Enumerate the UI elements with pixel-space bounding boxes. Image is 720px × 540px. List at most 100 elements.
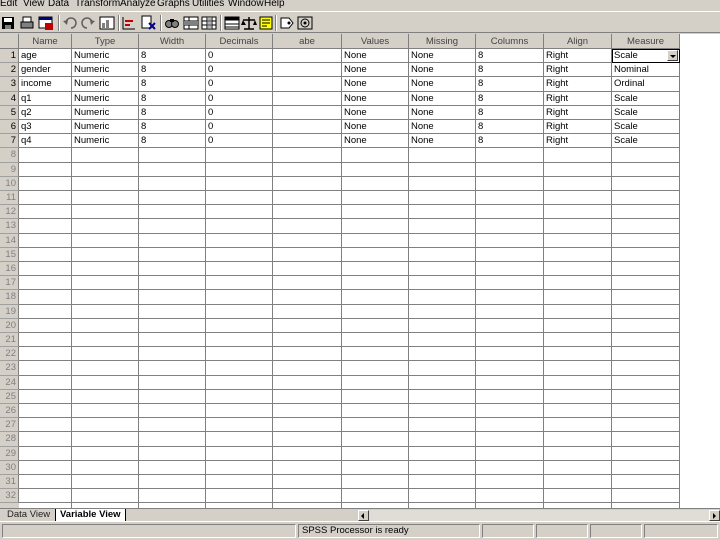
row-header[interactable]: 22 (0, 347, 19, 362)
cell-measure[interactable]: Scale (612, 91, 680, 106)
cell-abe[interactable] (273, 49, 342, 64)
row-header[interactable]: 25 (0, 389, 19, 404)
cell-width[interactable]: 8 (139, 77, 206, 92)
row-header[interactable]: 4 (0, 91, 19, 106)
menu-utilities[interactable]: Utilities (192, 0, 224, 10)
cell-abe[interactable] (273, 63, 342, 78)
column-header-width[interactable]: Width (139, 34, 206, 49)
cell-name[interactable]: q3 (19, 120, 72, 135)
cell-width[interactable]: 8 (139, 134, 206, 149)
cell-values[interactable]: None (342, 77, 409, 92)
cell-measure[interactable]: Scale (612, 49, 680, 64)
cell-columns[interactable]: 8 (476, 77, 544, 92)
cell-missing[interactable]: None (409, 134, 476, 149)
row-header[interactable]: 8 (0, 148, 19, 163)
column-header-missing[interactable]: Missing (409, 34, 476, 49)
cell-name[interactable]: gender (19, 63, 72, 78)
cell-values[interactable]: None (342, 91, 409, 106)
cell-type[interactable]: Numeric (72, 49, 139, 64)
use-sets-icon[interactable] (297, 15, 313, 31)
cell-missing[interactable]: None (409, 91, 476, 106)
column-header-abe[interactable]: abe (273, 34, 342, 49)
cell-type[interactable]: Numeric (72, 105, 139, 120)
cell-values[interactable]: None (342, 120, 409, 135)
cell-columns[interactable]: 8 (476, 49, 544, 64)
cell-type[interactable]: Numeric (72, 63, 139, 78)
cell-missing[interactable]: None (409, 120, 476, 135)
select-cases-icon[interactable] (258, 15, 274, 31)
cell-decimals[interactable]: 0 (206, 105, 273, 120)
menu-transform[interactable]: Transform (75, 0, 120, 10)
column-header-name[interactable]: Name (19, 34, 72, 49)
menu-graphs[interactable]: Graphs (157, 0, 190, 10)
cell-align[interactable]: Right (544, 91, 612, 106)
cell-abe[interactable] (273, 120, 342, 135)
cell-width[interactable]: 8 (139, 63, 206, 78)
cell-measure[interactable]: Ordinal (612, 77, 680, 92)
menu-help[interactable]: Help (264, 0, 285, 10)
row-header[interactable]: 5 (0, 105, 19, 120)
cell-align[interactable]: Right (544, 120, 612, 135)
cell-missing[interactable]: None (409, 49, 476, 64)
insert-case-icon[interactable] (183, 15, 199, 31)
cell-align[interactable]: Right (544, 134, 612, 149)
cell-missing[interactable]: None (409, 77, 476, 92)
row-header[interactable]: 23 (0, 361, 19, 376)
column-header-values[interactable]: Values (342, 34, 409, 49)
row-header[interactable]: 2 (0, 63, 19, 78)
cell-values[interactable]: None (342, 134, 409, 149)
row-header[interactable]: 26 (0, 404, 19, 419)
row-header[interactable]: 1 (0, 49, 19, 64)
row-header[interactable]: 24 (0, 375, 19, 390)
goto-case-icon[interactable] (121, 15, 137, 31)
row-header[interactable]: 32 (0, 489, 19, 504)
row-header[interactable]: 14 (0, 233, 19, 248)
cell-decimals[interactable]: 0 (206, 49, 273, 64)
cell-align[interactable]: Right (544, 77, 612, 92)
cell-type[interactable]: Numeric (72, 134, 139, 149)
cell-columns[interactable]: 8 (476, 120, 544, 135)
undo-icon[interactable] (62, 15, 78, 31)
insert-variable-icon[interactable] (201, 15, 217, 31)
cell-abe[interactable] (273, 91, 342, 106)
cell-name[interactable]: q2 (19, 105, 72, 120)
column-header-measure[interactable]: Measure (612, 34, 680, 49)
cell-type[interactable]: Numeric (72, 77, 139, 92)
row-header[interactable]: 29 (0, 446, 19, 461)
scroll-right-icon[interactable] (709, 510, 720, 521)
weight-cases-icon[interactable] (241, 15, 257, 31)
cell-measure[interactable]: Scale (612, 134, 680, 149)
cell-measure[interactable]: Scale (612, 120, 680, 135)
cell-decimals[interactable]: 0 (206, 77, 273, 92)
cell-columns[interactable]: 8 (476, 134, 544, 149)
row-header[interactable]: 9 (0, 162, 19, 177)
cell-decimals[interactable]: 0 (206, 91, 273, 106)
row-header[interactable]: 27 (0, 418, 19, 433)
cell-align[interactable]: Right (544, 49, 612, 64)
cell-decimals[interactable]: 0 (206, 134, 273, 149)
column-header-type[interactable]: Type (72, 34, 139, 49)
row-header[interactable]: 10 (0, 176, 19, 191)
goto-chart-icon[interactable] (99, 15, 115, 31)
row-header[interactable]: 6 (0, 120, 19, 135)
cell-values[interactable]: None (342, 105, 409, 120)
redo-icon[interactable] (80, 15, 96, 31)
cell-width[interactable]: 8 (139, 120, 206, 135)
menu-data[interactable]: Data (48, 0, 69, 10)
cell-columns[interactable]: 8 (476, 63, 544, 78)
row-header[interactable]: 13 (0, 219, 19, 234)
row-header[interactable]: 19 (0, 304, 19, 319)
horizontal-scrollbar[interactable] (358, 510, 720, 521)
cell-name[interactable]: q4 (19, 134, 72, 149)
cell-align[interactable]: Right (544, 63, 612, 78)
cell-type[interactable]: Numeric (72, 120, 139, 135)
cell-decimals[interactable]: 0 (206, 120, 273, 135)
cell-name[interactable]: age (19, 49, 72, 64)
cell-width[interactable]: 8 (139, 91, 206, 106)
variables-icon[interactable] (140, 15, 156, 31)
cell-abe[interactable] (273, 134, 342, 149)
cell-columns[interactable]: 8 (476, 105, 544, 120)
row-header[interactable]: 15 (0, 247, 19, 262)
cell-align[interactable]: Right (544, 105, 612, 120)
cell-width[interactable]: 8 (139, 49, 206, 64)
